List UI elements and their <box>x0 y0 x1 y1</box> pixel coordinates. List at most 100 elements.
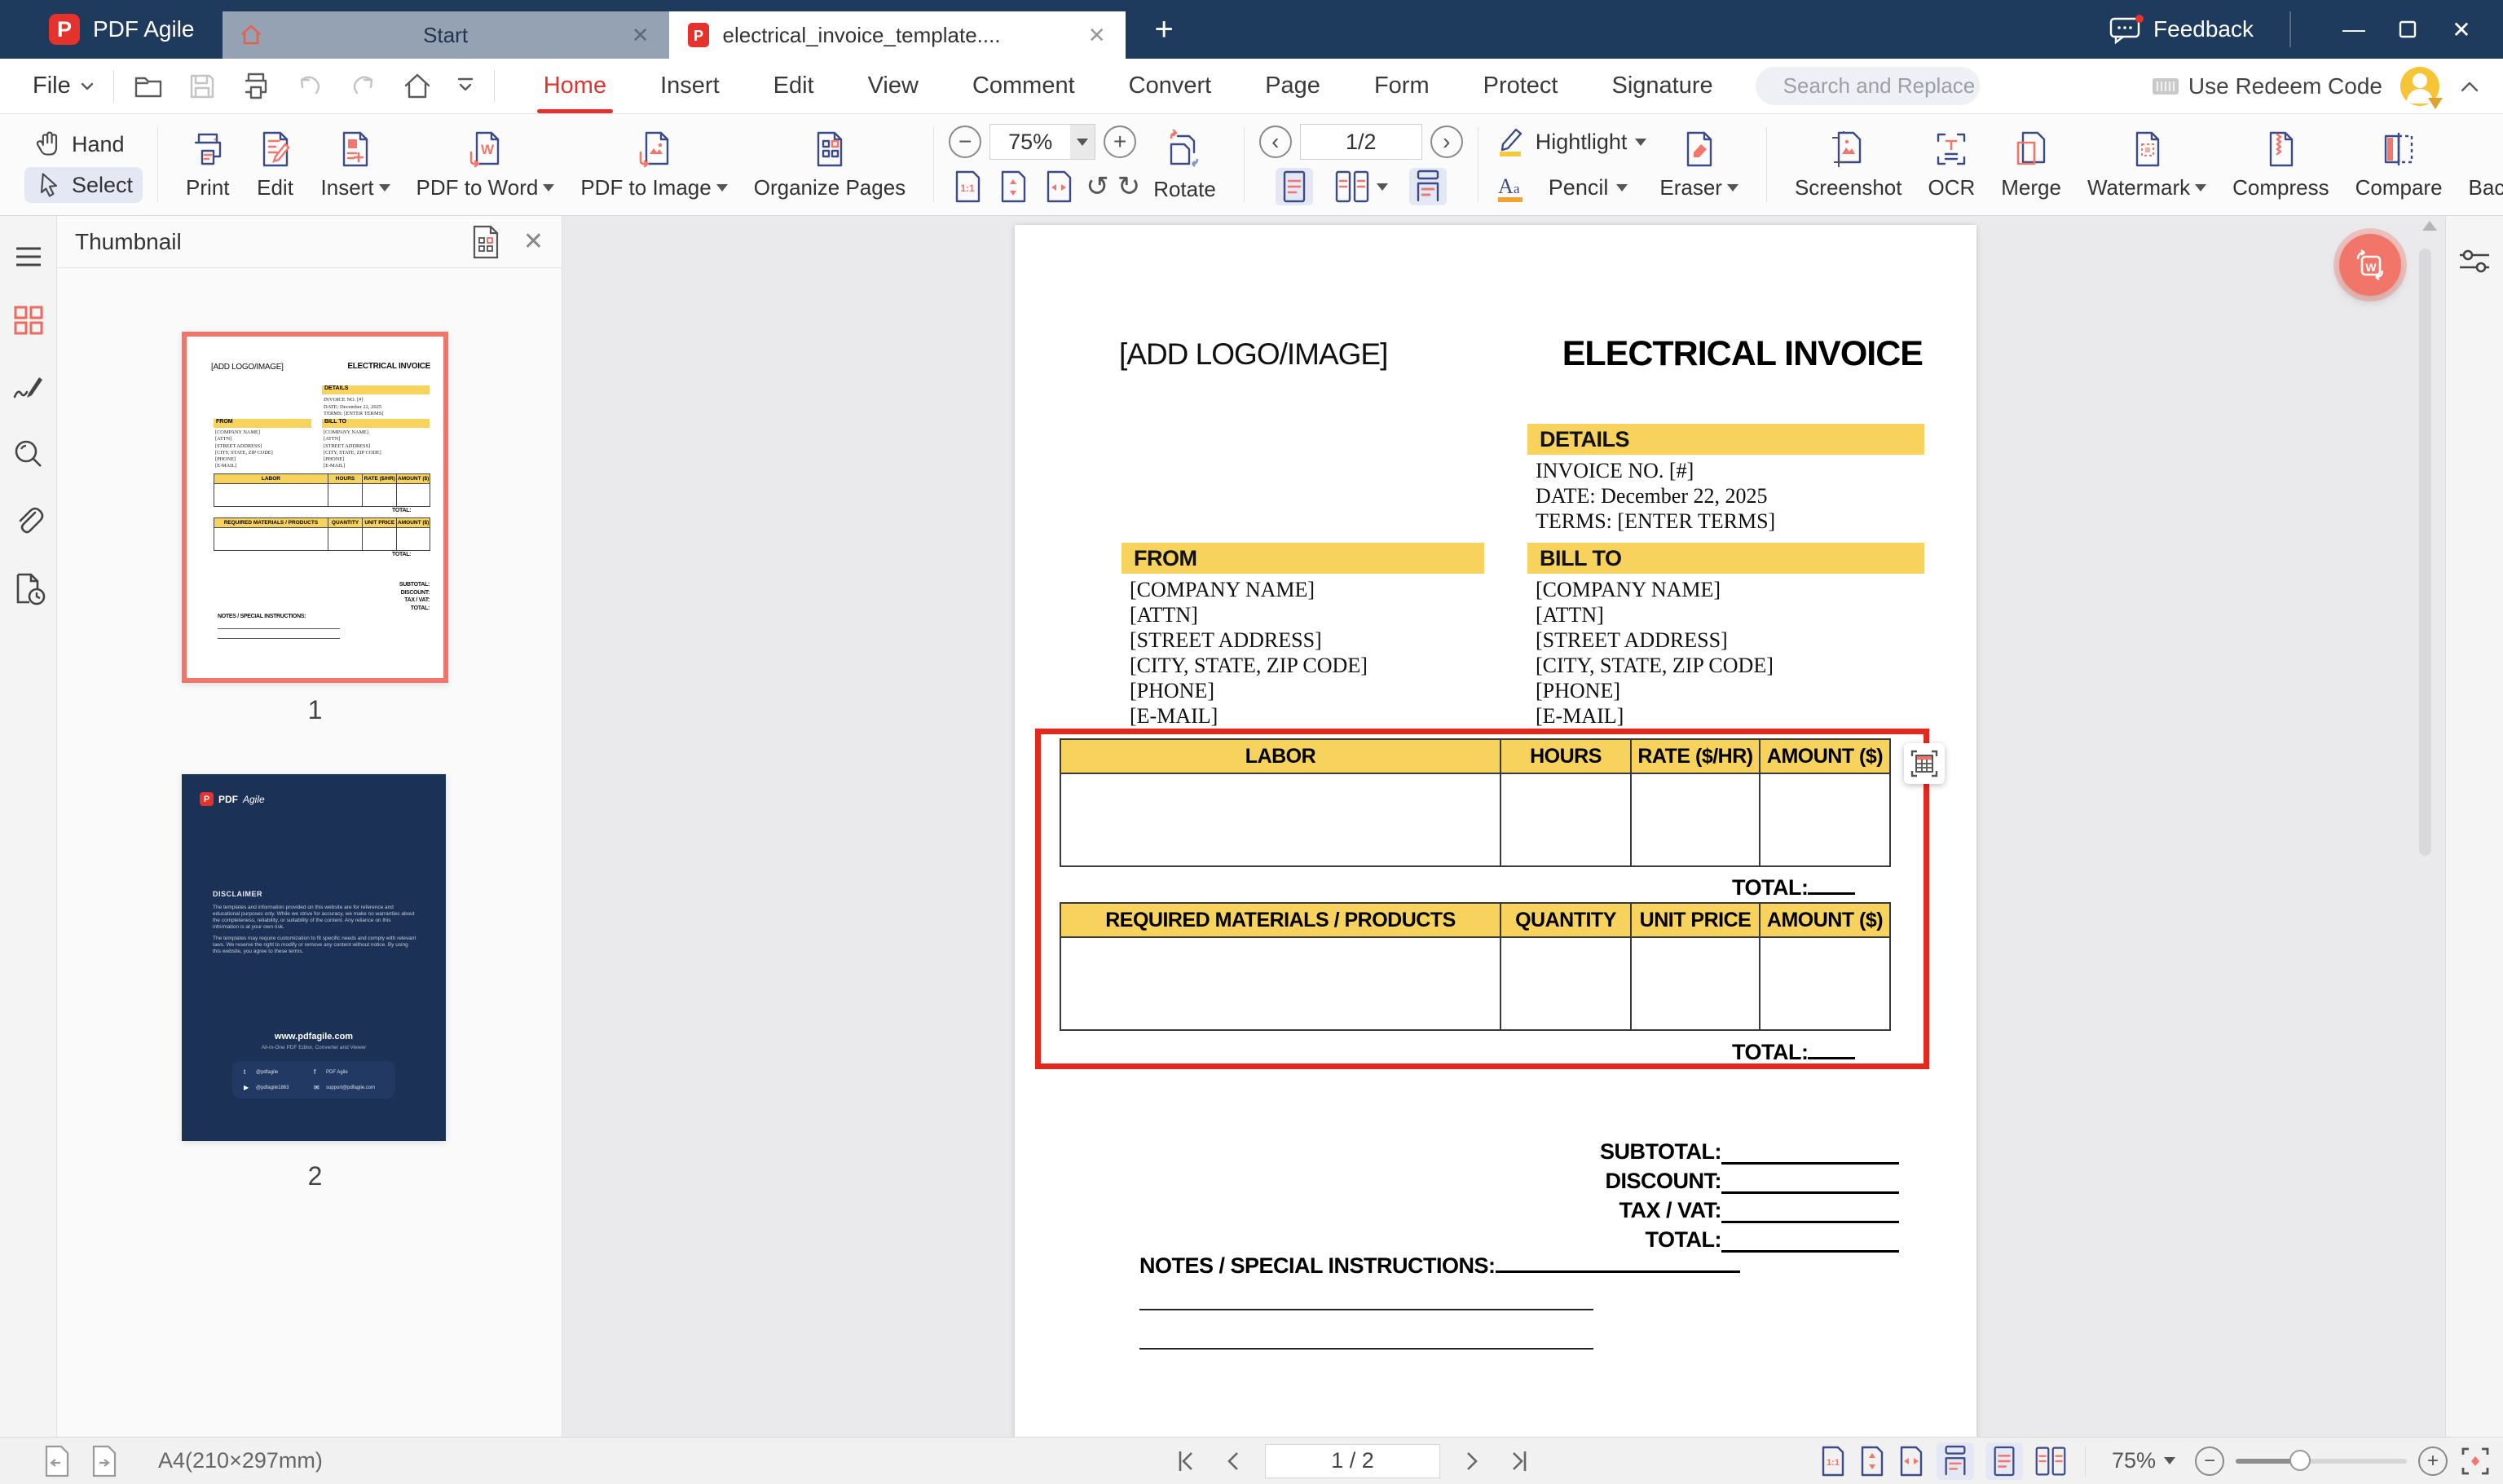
next-page-button[interactable]: › <box>1430 126 1463 158</box>
open-file-icon[interactable] <box>132 70 165 103</box>
panel-menu-icon[interactable] <box>13 244 44 270</box>
prev-doc-view-icon[interactable] <box>41 1443 73 1479</box>
single-page-view-button[interactable] <box>1275 168 1313 205</box>
fit-page-button[interactable] <box>994 168 1032 205</box>
pdf-page[interactable]: [ADD LOGO/IMAGE] ELECTRICAL INVOICE DETA… <box>1015 225 1976 1437</box>
tab-document[interactable]: P electrical_invoice_template.... ✕ <box>668 11 1126 59</box>
tab-document-close-icon[interactable]: ✕ <box>1085 23 1109 48</box>
pencil-button[interactable]: Pencil <box>1549 175 1609 200</box>
zoom-slider[interactable] <box>2236 1449 2407 1471</box>
rotate-right-icon[interactable]: ↻ <box>1117 170 1141 203</box>
vertical-scrollbar[interactable] <box>2419 249 2431 856</box>
edit-button[interactable]: Edit <box>243 119 308 210</box>
rotate-left-icon[interactable]: ↺ <box>1086 170 1109 203</box>
history-panel-icon[interactable] <box>11 571 46 605</box>
thumbnail-page-1[interactable]: [ADD LOGO/IMAGE] ELECTRICAL INVOICE DETA… <box>182 332 448 683</box>
select-tool-button[interactable]: Select <box>24 167 143 203</box>
menu-tab-signature[interactable]: Signature <box>1608 61 1716 111</box>
labor-table[interactable]: LABOR HOURS RATE ($/HR) AMOUNT ($) <box>1060 738 1891 867</box>
tab-start-close-icon[interactable]: ✕ <box>628 23 653 48</box>
first-page-icon[interactable] <box>1174 1448 1200 1474</box>
merge-button[interactable]: Merge <box>1988 119 2074 210</box>
two-page-view-button[interactable] <box>1333 168 1390 205</box>
background-button[interactable]: Background <box>2456 119 2503 210</box>
thumbnail-panel-icon[interactable] <box>12 304 45 337</box>
zoom-out-button[interactable]: − <box>949 126 982 158</box>
last-page-icon[interactable] <box>1505 1448 1531 1474</box>
redeem-code-button[interactable]: Use Redeem Code <box>2151 73 2382 99</box>
statusbar-page-input[interactable]: 1 / 2 <box>1265 1443 1440 1478</box>
next-doc-view-icon[interactable] <box>88 1443 121 1479</box>
file-menu[interactable]: File <box>33 73 95 99</box>
attachment-panel-icon[interactable] <box>12 504 45 537</box>
menu-tab-comment[interactable]: Comment <box>969 61 1078 111</box>
collapse-ribbon-icon[interactable] <box>2457 77 2482 95</box>
properties-sliders-icon[interactable] <box>2457 245 2492 278</box>
materials-table[interactable]: REQUIRED MATERIALS / PRODUCTS QUANTITY U… <box>1060 902 1891 1031</box>
search-panel-icon[interactable] <box>12 438 45 470</box>
eraser-button[interactable]: Eraser <box>1646 119 1752 210</box>
redo-icon[interactable] <box>347 70 380 103</box>
print-quick-icon[interactable] <box>240 70 272 103</box>
feedback-button[interactable]: Feedback <box>2109 15 2254 44</box>
avatar[interactable] <box>2400 66 2443 109</box>
highlight-button[interactable]: Hightlight <box>1493 125 1647 159</box>
maximize-button[interactable] <box>2381 19 2435 40</box>
customize-toolbar-icon[interactable] <box>455 74 476 99</box>
menu-tab-view[interactable]: View <box>865 61 922 111</box>
menu-tab-page[interactable]: Page <box>1262 61 1324 111</box>
table-recognition-button[interactable] <box>1904 743 1945 784</box>
panel-close-icon[interactable]: ✕ <box>523 227 544 256</box>
pdf-to-image-button[interactable]: PDF to Image <box>567 119 740 210</box>
sb-zoom-out-button[interactable]: − <box>2195 1446 2224 1476</box>
compress-button[interactable]: Compress <box>2219 119 2342 210</box>
save-icon[interactable] <box>186 70 218 103</box>
menu-tab-protect[interactable]: Protect <box>1480 61 1562 111</box>
search-input[interactable]: Search and Replace <box>1755 67 1980 105</box>
tab-start[interactable]: Start ✕ <box>222 11 669 59</box>
sb-scroll-view-button[interactable] <box>1936 1442 1974 1480</box>
thumbnail-options-icon[interactable] <box>469 224 502 260</box>
next-page-icon[interactable] <box>1461 1448 1484 1474</box>
scrollbar-up-arrow[interactable] <box>2422 221 2437 231</box>
scroll-view-button[interactable] <box>1408 168 1447 205</box>
menu-tab-edit[interactable]: Edit <box>770 61 817 111</box>
ocr-button[interactable]: OCR <box>1915 119 1988 210</box>
hand-tool-button[interactable]: Hand <box>24 126 143 162</box>
zoom-level-input[interactable]: 75% <box>989 124 1096 160</box>
undo-icon[interactable] <box>293 70 326 103</box>
sb-zoom-dropdown[interactable]: 75% <box>2112 1448 2175 1473</box>
sb-zoom-in-button[interactable]: + <box>2418 1446 2448 1476</box>
insert-button[interactable]: Insert <box>308 119 403 210</box>
pdf-to-word-button[interactable]: W PDF to Word <box>403 119 568 210</box>
previous-page-icon[interactable] <box>1221 1448 1244 1474</box>
organize-pages-button[interactable]: Organize Pages <box>741 119 919 210</box>
screenshot-button[interactable]: Screenshot <box>1782 119 1915 210</box>
print-button[interactable]: Print <box>173 119 242 210</box>
fit-width-button[interactable] <box>1040 168 1077 205</box>
compare-button[interactable]: Compare <box>2342 119 2456 210</box>
home-quick-icon[interactable] <box>401 70 434 103</box>
menu-tab-form[interactable]: Form <box>1371 61 1433 111</box>
pdf-to-word-fab[interactable]: W <box>2339 234 2401 296</box>
rotate-button[interactable]: Rotate <box>1140 119 1229 210</box>
sb-fit-page-icon[interactable] <box>1858 1445 1886 1477</box>
zoom-dropdown-icon[interactable] <box>1070 125 1095 159</box>
sb-two-page-icon[interactable] <box>2034 1445 2067 1477</box>
minimize-button[interactable]: — <box>2327 16 2381 42</box>
sb-single-page-button[interactable] <box>1985 1442 2023 1480</box>
zoom-in-button[interactable]: + <box>1104 126 1137 158</box>
menu-tab-insert[interactable]: Insert <box>657 61 723 111</box>
signature-panel-icon[interactable] <box>12 371 45 403</box>
thumbnail-page-2[interactable]: P PDF Agile DISCLAIMER The templates and… <box>182 774 446 1141</box>
fullscreen-icon[interactable] <box>2459 1445 2492 1477</box>
menu-tab-home[interactable]: Home <box>536 61 614 113</box>
font-style-icon[interactable]: Aa <box>1493 170 1527 205</box>
close-button[interactable]: ✕ <box>2435 16 2488 43</box>
sb-fit-width-icon[interactable] <box>1897 1445 1925 1477</box>
prev-page-button[interactable]: ‹ <box>1258 126 1292 158</box>
menu-tab-convert[interactable]: Convert <box>1126 61 1215 111</box>
page-number-input[interactable]: 1/2 <box>1299 124 1422 160</box>
actual-size-button[interactable]: 1:1 <box>949 168 986 205</box>
sb-actual-size-icon[interactable]: 1:1 <box>1819 1445 1847 1477</box>
